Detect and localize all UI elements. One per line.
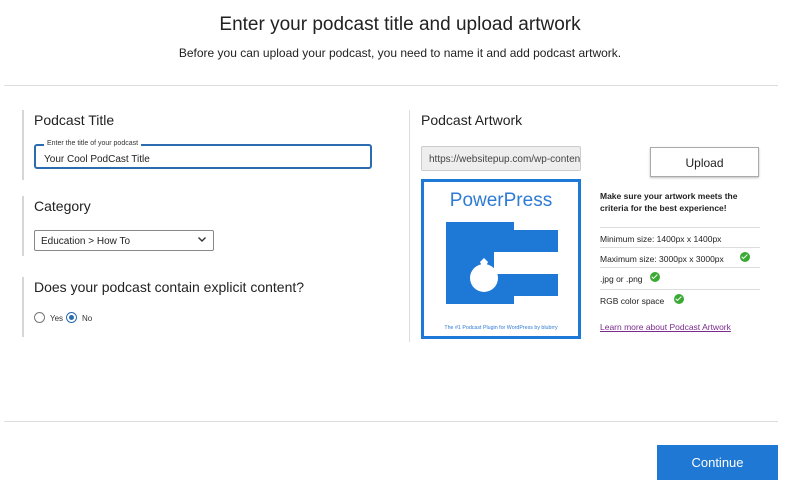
category-selected-value: Education > How To [41,236,131,247]
powerpress-plug-logo [446,222,558,304]
criteria-format: .jpg or .png [600,274,643,284]
upload-button[interactable]: Upload [650,147,759,177]
page-subtitle: Before you can upload your podcast, you … [178,46,622,60]
criteria-row: .jpg or .png [600,267,760,290]
artwork-criteria: Make sure your artwork meets the criteri… [600,190,760,214]
check-icon [650,272,660,282]
explicit-heading: Does your podcast contain explicit conte… [34,279,305,295]
chevron-down-icon [198,237,206,242]
category-heading: Category [34,198,91,214]
check-icon [740,252,750,262]
explicit-section: Does your podcast contain explicit conte… [22,277,304,337]
artwork-url-value: https://websitepup.com/wp-content [429,154,581,165]
artwork-heading: Podcast Artwork [421,112,523,128]
podcast-title-field[interactable]: Enter the title of your podcast [34,140,372,169]
column-divider [409,110,410,342]
page-title: Enter your podcast title and upload artw… [219,14,581,35]
criteria-row: Maximum size: 3000px x 3000px [600,247,760,268]
check-icon [674,294,684,304]
artwork-tagline: The #1 Podcast Plugin for WordPress by b… [444,325,558,331]
learn-more-link[interactable]: Learn more about Podcast Artwork [600,322,731,332]
explicit-yes-radio[interactable] [34,312,45,323]
criteria-row: RGB color space [600,289,760,312]
explicit-no-radio[interactable] [66,312,77,323]
criteria-min-size: Minimum size: 1400px x 1400px [600,234,722,244]
podcast-title-heading: Podcast Title [34,112,115,128]
continue-button[interactable]: Continue [657,445,778,480]
category-select[interactable]: Education > How To [34,230,214,251]
criteria-row: Minimum size: 1400px x 1400px [600,227,760,248]
criteria-color-space: RGB color space [600,296,665,306]
artwork-brand-text: PowerPress [449,190,553,211]
explicit-no-label: No [82,314,93,323]
explicit-yes-label: Yes [50,314,64,323]
podcast-title-input[interactable] [36,146,370,167]
artwork-preview-image: PowerPress The #1 Podcast Plugin for Wor… [421,179,581,339]
artwork-url-input[interactable]: https://websitepup.com/wp-content [421,146,581,171]
footer-divider [4,421,778,422]
criteria-max-size: Maximum size: 3000px x 3000px [600,254,724,264]
header-divider [4,85,778,86]
criteria-heading: Make sure your artwork meets the criteri… [600,191,738,213]
